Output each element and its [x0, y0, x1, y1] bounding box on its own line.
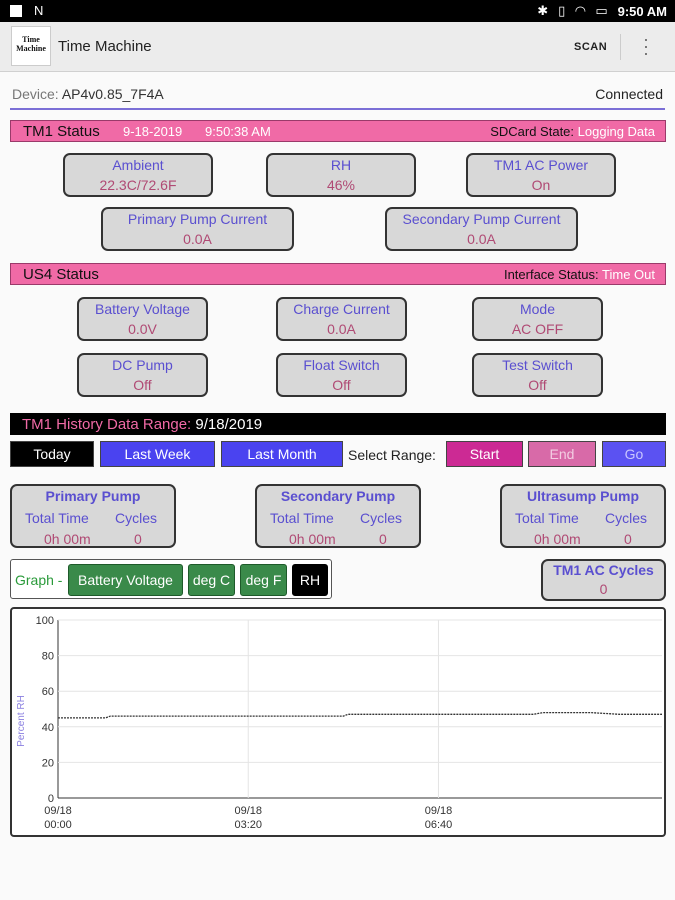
total-time-value: 0h 00m: [289, 531, 336, 547]
tile-dc-pump: DC Pump Off: [77, 353, 208, 397]
bluetooth-icon: ✱: [537, 3, 549, 18]
x-tick-label: 00:00: [44, 819, 72, 831]
n-icon: N: [34, 3, 44, 18]
clock: 9:50 AM: [617, 3, 667, 19]
last-week-button[interactable]: Last Week: [100, 441, 215, 467]
device-label: Device:: [12, 86, 59, 102]
x-tick-label: 03:20: [234, 819, 262, 831]
graph-selector: Graph - Battery Voltage deg C deg F RH: [10, 559, 332, 599]
pump-title: Ultrasump Pump: [526, 488, 639, 504]
tile-tm1-ac-power: TM1 AC Power On: [466, 153, 616, 197]
tile-test-switch: Test Switch Off: [472, 353, 603, 397]
graph-label: Graph -: [15, 572, 63, 588]
ultrasump-pump-panel: Ultrasump Pump Total Time Cycles 0h 00m …: [500, 484, 666, 548]
select-range-label: Select Range:: [348, 447, 436, 463]
cycles-label: Cycles: [605, 510, 648, 526]
last-month-button[interactable]: Last Month: [221, 441, 343, 467]
sdcard-state: SDCard State: Logging Data: [490, 124, 655, 139]
device-name: AP4v0.85_7F4A: [61, 86, 164, 102]
x-tick-label: 09/18: [425, 805, 453, 817]
graph-battery-voltage-button[interactable]: Battery Voltage: [68, 564, 183, 596]
system-status-bar: N ✱ ▯ ◠ ▭ 9:50 AM: [0, 0, 675, 22]
total-time-value: 0h 00m: [534, 531, 581, 547]
appbar-divider: [620, 34, 621, 60]
secondary-pump-panel: Secondary Pump Total Time Cycles 0h 00m …: [255, 484, 421, 548]
x-tick-label: 06:40: [425, 819, 453, 831]
tile-ambient: Ambient 22.3C/72.6F: [63, 153, 213, 197]
rh-series-line: [58, 711, 662, 719]
us4-status-header: US4 Status Interface Status: Time Out: [10, 263, 666, 285]
cycles-value: 0: [624, 531, 632, 547]
history-range-label: TM1 History Data Range:: [22, 416, 192, 433]
app-logo: Time Machine: [11, 26, 51, 66]
history-range-value: 9/18/2019: [195, 416, 263, 433]
y-tick-label: 60: [42, 686, 54, 698]
notification-icon: [10, 4, 22, 17]
graph-deg-c-button[interactable]: deg C: [188, 564, 235, 596]
cycles-value: 0: [379, 531, 387, 547]
y-tick-label: 20: [42, 757, 54, 769]
history-range-header: TM1 History Data Range: 9/18/2019: [10, 413, 666, 435]
y-tick-label: 80: [42, 651, 54, 663]
wifi-icon: ◠: [575, 3, 586, 18]
battery-icon: ▭: [595, 3, 608, 18]
overflow-menu-icon[interactable]: · · ·: [642, 30, 650, 62]
us4-status-title: US4 Status: [23, 266, 99, 283]
cycles-value: 0: [134, 531, 142, 547]
tm1-status-title: TM1 Status: [23, 123, 100, 140]
x-tick-label: 09/18: [44, 805, 72, 817]
y-axis-label: Percent RH: [16, 695, 27, 747]
app-bar: Time Machine Time Machine SCAN · · ·: [0, 22, 675, 72]
tm1-status-header: TM1 Status 9-18-2019 9:50:38 AM SDCard S…: [10, 120, 666, 142]
tile-float-switch: Float Switch Off: [276, 353, 407, 397]
y-tick-label: 100: [36, 615, 54, 627]
graph-deg-f-button[interactable]: deg F: [240, 564, 287, 596]
tile-rh: RH 46%: [266, 153, 416, 197]
tile-secondary-pump-current: Secondary Pump Current 0.0A: [385, 207, 578, 251]
tile-mode: Mode AC OFF: [472, 297, 603, 341]
pump-title: Primary Pump: [45, 488, 141, 504]
ac-cycles-title: TM1 AC Cycles: [553, 562, 654, 578]
device-info: Device: AP4v0.85_7F4A: [12, 86, 164, 102]
range-end-button[interactable]: End: [528, 441, 596, 467]
today-button[interactable]: Today: [10, 441, 94, 467]
interface-status: Interface Status: Time Out: [503, 267, 655, 282]
connection-status: Connected: [595, 86, 663, 102]
pump-title: Secondary Pump: [280, 488, 396, 504]
tile-primary-pump-current: Primary Pump Current 0.0A: [101, 207, 294, 251]
ac-cycles-value: 0: [599, 581, 608, 597]
tm1-status-date: 9-18-2019: [123, 124, 183, 139]
tile-battery-voltage: Battery Voltage 0.0V: [77, 297, 208, 341]
total-time-value: 0h 00m: [44, 531, 91, 547]
y-tick-label: 40: [42, 722, 54, 734]
tm1-ac-cycles-panel: TM1 AC Cycles 0: [541, 559, 666, 601]
device-underline: [10, 108, 665, 110]
scan-button[interactable]: SCAN: [574, 41, 607, 53]
range-go-button[interactable]: Go: [602, 441, 666, 467]
total-time-label: Total Time: [515, 510, 579, 526]
total-time-label: Total Time: [270, 510, 334, 526]
rh-chart: 0 20 40 60 80 100 09/18 00:00 09/18 03:20 09/18 06…: [16, 615, 662, 831]
x-tick-label: 09/18: [234, 805, 262, 817]
cycles-label: Cycles: [115, 510, 158, 526]
cycles-label: Cycles: [360, 510, 403, 526]
vibrate-icon: ▯: [558, 3, 566, 18]
total-time-label: Total Time: [25, 510, 89, 526]
graph-rh-button[interactable]: RH: [292, 564, 328, 596]
primary-pump-panel: Primary Pump Total Time Cycles 0h 00m 0: [10, 484, 176, 548]
range-start-button[interactable]: Start: [446, 441, 523, 467]
tm1-status-time: 9:50:38 AM: [205, 124, 271, 139]
tile-charge-current: Charge Current 0.0A: [276, 297, 407, 341]
app-title: Time Machine: [58, 38, 152, 55]
rh-chart-panel: 0 20 40 60 80 100 09/18 00:00 09/18 03:20 09/18 06…: [10, 607, 666, 837]
y-tick-label: 0: [48, 793, 54, 805]
